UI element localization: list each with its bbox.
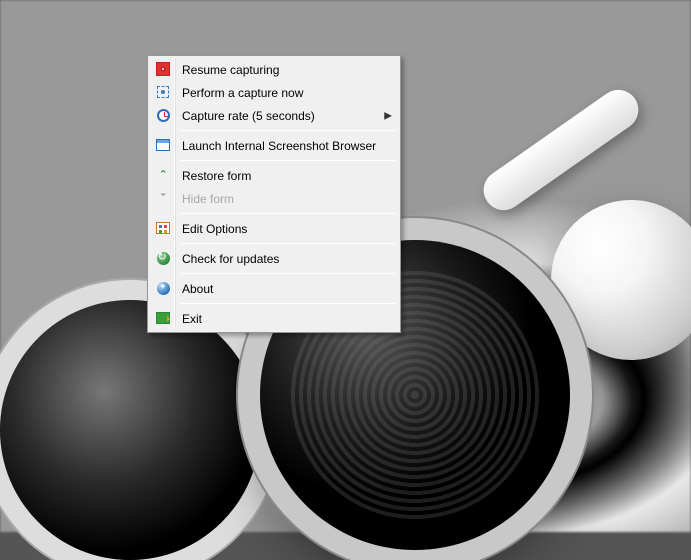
menu-item-capture-rate[interactable]: Capture rate (5 seconds) ▶ [150, 104, 398, 127]
menu-item-hide-form: ˇ Hide form [150, 187, 398, 210]
menu-separator [180, 130, 396, 131]
record-icon [155, 61, 171, 77]
hide-icon: ˇ [155, 190, 171, 206]
label: Restore form [182, 169, 251, 183]
label: Exit [182, 312, 202, 326]
menu-item-restore-form[interactable]: ˆ Restore form [150, 164, 398, 187]
options-icon [155, 220, 171, 236]
menu-separator [180, 243, 396, 244]
capture-icon [155, 84, 171, 100]
restore-icon: ˆ [155, 167, 171, 183]
label: About [182, 282, 213, 296]
exit-icon [155, 310, 171, 326]
update-icon [155, 250, 171, 266]
menu-item-resume-capturing[interactable]: Resume capturing [150, 58, 398, 81]
menu-item-launch-browser[interactable]: Launch Internal Screenshot Browser [150, 134, 398, 157]
label: Check for updates [182, 252, 279, 266]
browser-icon [155, 137, 171, 153]
label: Resume capturing [182, 63, 279, 77]
menu-item-check-updates[interactable]: Check for updates [150, 247, 398, 270]
menu-item-exit[interactable]: Exit [150, 307, 398, 330]
label: Launch Internal Screenshot Browser [182, 139, 376, 153]
menu-separator [180, 273, 396, 274]
label: Capture rate (5 seconds) [182, 109, 315, 123]
label: Perform a capture now [182, 86, 303, 100]
menu-separator [180, 213, 396, 214]
context-menu: Resume capturing Perform a capture now C… [147, 55, 401, 333]
label: Hide form [182, 192, 234, 206]
submenu-arrow-icon: ▶ [384, 110, 392, 121]
stopwatch-icon [155, 107, 171, 123]
menu-separator [180, 303, 396, 304]
menu-separator [180, 160, 396, 161]
menu-item-edit-options[interactable]: Edit Options [150, 217, 398, 240]
label: Edit Options [182, 222, 247, 236]
earbud-speaker-back [0, 300, 260, 560]
menu-item-about[interactable]: About [150, 277, 398, 300]
about-icon [155, 280, 171, 296]
menu-item-perform-capture[interactable]: Perform a capture now [150, 81, 398, 104]
